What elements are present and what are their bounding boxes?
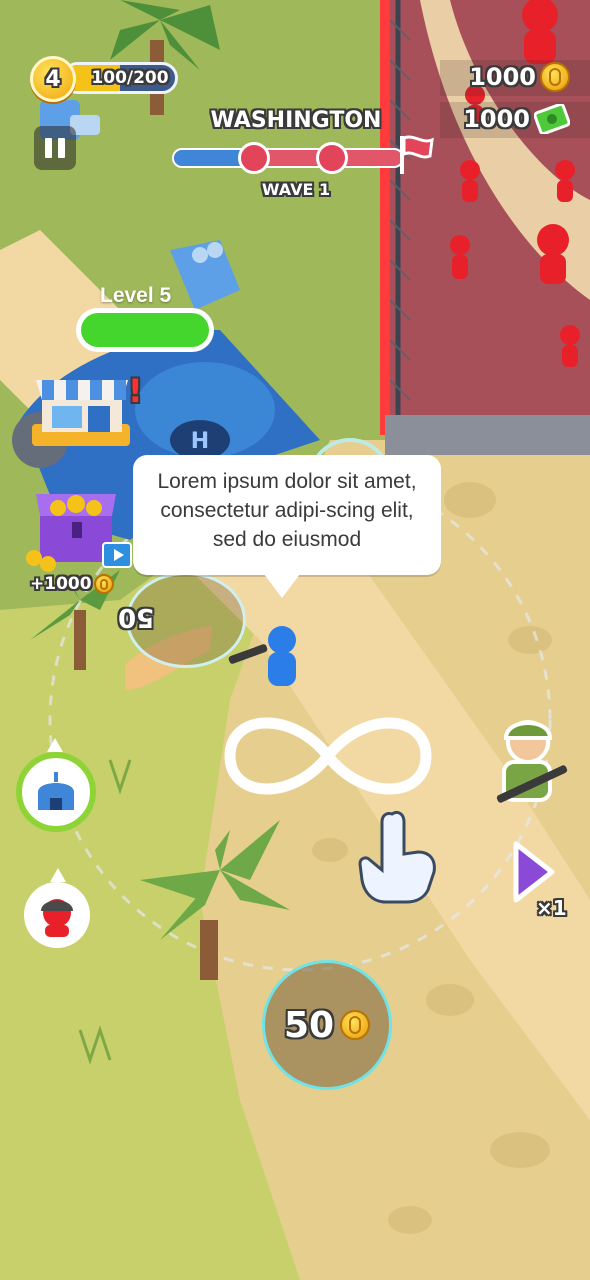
tooltip-tail <box>264 574 300 598</box>
coin-icon <box>540 62 570 92</box>
build-cost-zone[interactable]: 50 <box>262 960 392 1090</box>
cash-icon <box>534 104 570 134</box>
xp-text: 100/200 <box>91 68 169 88</box>
xp-progress-bar: 100/200 <box>62 62 178 94</box>
infinity-gesture-icon <box>224 717 432 795</box>
cash-counter: 1000 <box>463 102 570 136</box>
wave-progress <box>172 135 434 176</box>
speed-multiplier: ×1 <box>536 896 567 920</box>
pause-button[interactable] <box>34 126 76 170</box>
enemy-info-button[interactable] <box>24 868 90 948</box>
flag-icon <box>400 135 434 174</box>
coin-amount: 1000 <box>469 63 536 91</box>
cash-amount: 1000 <box>463 105 530 133</box>
video-icon <box>102 542 132 568</box>
soldier-icon <box>496 720 568 803</box>
wave-checkpoint <box>238 142 270 174</box>
shop-icon <box>32 380 130 446</box>
base-button[interactable] <box>16 738 96 832</box>
side-cost-amount: 50 <box>118 602 155 632</box>
wave-checkpoint <box>316 142 348 174</box>
hand-pointer-icon <box>358 810 436 904</box>
coin-icon <box>340 1010 371 1040</box>
city-name: WASHINGTON <box>210 108 382 133</box>
coin-counter: 1000 <box>469 60 570 94</box>
chest-button[interactable] <box>22 482 132 576</box>
play-speed-button[interactable] <box>510 840 556 904</box>
base-icon <box>38 772 74 810</box>
player-level-badge: 4 <box>30 56 76 102</box>
alert-exclamation-icon: ! <box>128 372 143 410</box>
build-cost-amount: 50 <box>283 1004 335 1046</box>
tutorial-tooltip: Lorem ipsum dolor sit amet, consectetur … <box>133 455 441 575</box>
wave-label: WAVE 1 <box>261 180 331 199</box>
svg-text:H: H <box>191 429 209 454</box>
pause-icon <box>42 138 68 158</box>
soldier-recruit-button[interactable] <box>484 714 576 814</box>
tower-level-label: Level 5 <box>100 284 172 307</box>
side-cost-zone[interactable]: 50 <box>66 572 246 668</box>
enemy-icon <box>41 899 73 937</box>
tower-health-bar <box>76 308 214 352</box>
play-icon <box>513 841 555 903</box>
shop-button[interactable]: ! <box>28 364 143 454</box>
